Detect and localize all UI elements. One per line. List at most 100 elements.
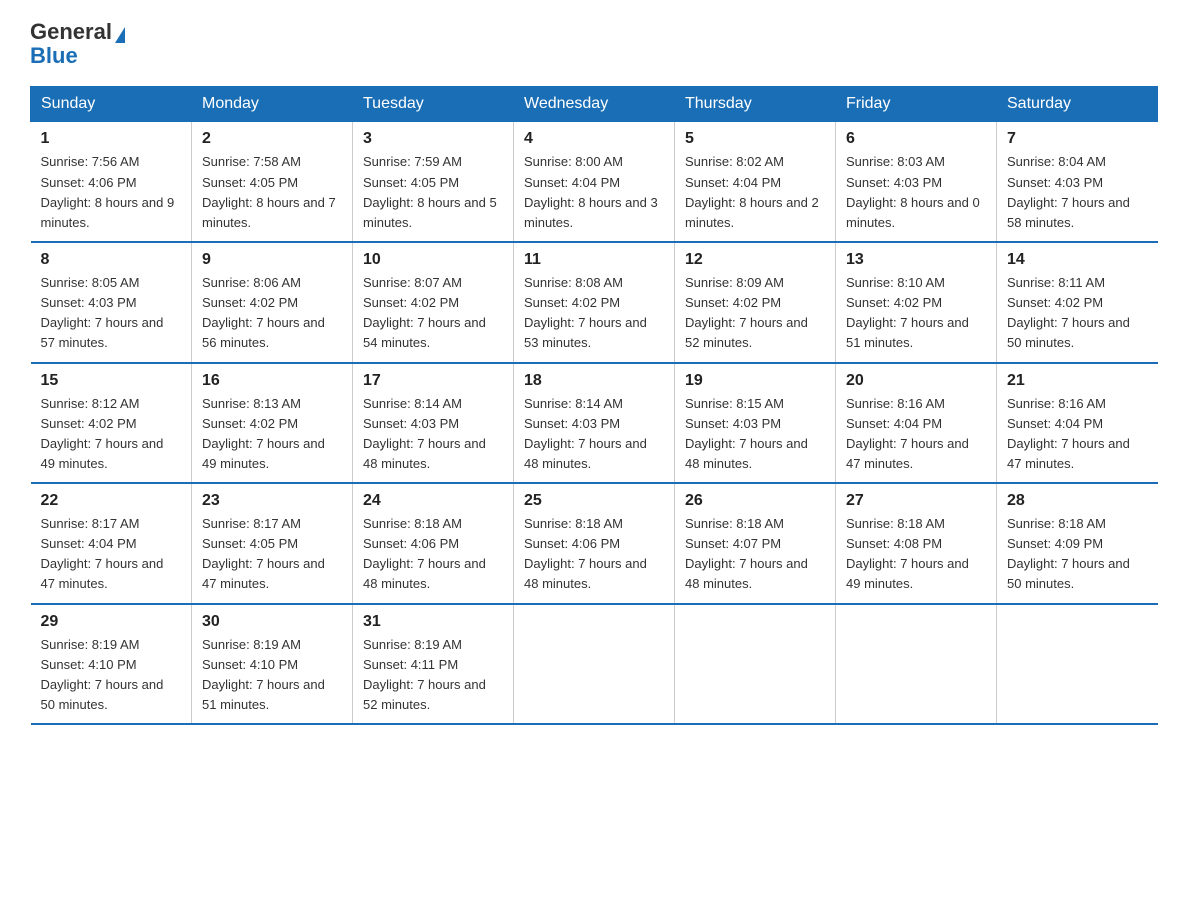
day-number: 12 xyxy=(685,251,825,269)
day-info: Sunrise: 8:10 AMSunset: 4:02 PMDaylight:… xyxy=(846,273,986,354)
page-header: General Blue xyxy=(30,20,1158,68)
day-number: 1 xyxy=(41,130,182,148)
day-info: Sunrise: 8:16 AMSunset: 4:04 PMDaylight:… xyxy=(846,394,986,475)
calendar-cell: 16 Sunrise: 8:13 AMSunset: 4:02 PMDayligh… xyxy=(192,363,353,484)
calendar-cell: 12 Sunrise: 8:09 AMSunset: 4:02 PMDayligh… xyxy=(675,242,836,363)
day-number: 14 xyxy=(1007,251,1148,269)
calendar-cell: 18 Sunrise: 8:14 AMSunset: 4:03 PMDayligh… xyxy=(514,363,675,484)
calendar-cell: 20 Sunrise: 8:16 AMSunset: 4:04 PMDayligh… xyxy=(836,363,997,484)
calendar-cell xyxy=(997,604,1158,725)
day-number: 19 xyxy=(685,372,825,390)
day-number: 27 xyxy=(846,492,986,510)
day-number: 5 xyxy=(685,130,825,148)
day-info: Sunrise: 8:03 AMSunset: 4:03 PMDaylight:… xyxy=(846,152,986,233)
calendar-cell: 9 Sunrise: 8:06 AMSunset: 4:02 PMDaylight… xyxy=(192,242,353,363)
day-number: 26 xyxy=(685,492,825,510)
calendar-col-header: Tuesday xyxy=(353,87,514,122)
day-info: Sunrise: 8:19 AMSunset: 4:11 PMDaylight:… xyxy=(363,635,503,716)
day-number: 22 xyxy=(41,492,182,510)
calendar-col-header: Friday xyxy=(836,87,997,122)
day-number: 8 xyxy=(41,251,182,269)
day-info: Sunrise: 8:18 AMSunset: 4:07 PMDaylight:… xyxy=(685,514,825,595)
calendar-table: SundayMondayTuesdayWednesdayThursdayFrid… xyxy=(30,86,1158,725)
logo-blue-text: Blue xyxy=(30,43,78,68)
logo: General Blue xyxy=(30,20,125,68)
calendar-cell: 29Sunrise: 8:19 AMSunset: 4:10 PMDayligh… xyxy=(31,604,192,725)
day-info: Sunrise: 8:13 AMSunset: 4:02 PMDaylight:… xyxy=(202,394,342,475)
day-number: 16 xyxy=(202,372,342,390)
calendar-cell: 28 Sunrise: 8:18 AMSunset: 4:09 PMDayligh… xyxy=(997,483,1158,604)
calendar-week-row: 8 Sunrise: 8:05 AMSunset: 4:03 PMDaylight… xyxy=(31,242,1158,363)
calendar-cell: 10 Sunrise: 8:07 AMSunset: 4:02 PMDayligh… xyxy=(353,242,514,363)
day-number: 7 xyxy=(1007,130,1148,148)
calendar-cell: 7Sunrise: 8:04 AMSunset: 4:03 PMDaylight… xyxy=(997,122,1158,242)
day-info: Sunrise: 8:17 AMSunset: 4:04 PMDaylight:… xyxy=(41,514,182,595)
day-info: Sunrise: 8:19 AMSunset: 4:10 PMDaylight:… xyxy=(202,635,342,716)
calendar-cell: 5Sunrise: 8:02 AMSunset: 4:04 PMDaylight… xyxy=(675,122,836,242)
day-number: 4 xyxy=(524,130,664,148)
day-number: 28 xyxy=(1007,492,1148,510)
calendar-cell: 2Sunrise: 7:58 AMSunset: 4:05 PMDaylight… xyxy=(192,122,353,242)
day-number: 23 xyxy=(202,492,342,510)
day-number: 18 xyxy=(524,372,664,390)
calendar-cell: 15 Sunrise: 8:12 AMSunset: 4:02 PMDayligh… xyxy=(31,363,192,484)
day-info: Sunrise: 8:00 AMSunset: 4:04 PMDaylight:… xyxy=(524,152,664,233)
calendar-col-header: Saturday xyxy=(997,87,1158,122)
day-info: Sunrise: 8:15 AMSunset: 4:03 PMDaylight:… xyxy=(685,394,825,475)
calendar-cell: 6 Sunrise: 8:03 AMSunset: 4:03 PMDaylight… xyxy=(836,122,997,242)
calendar-cell: 13Sunrise: 8:10 AMSunset: 4:02 PMDayligh… xyxy=(836,242,997,363)
day-info: Sunrise: 8:12 AMSunset: 4:02 PMDaylight:… xyxy=(41,394,182,475)
day-info: Sunrise: 8:17 AMSunset: 4:05 PMDaylight:… xyxy=(202,514,342,595)
day-number: 3 xyxy=(363,130,503,148)
day-info: Sunrise: 8:08 AMSunset: 4:02 PMDaylight:… xyxy=(524,273,664,354)
calendar-cell xyxy=(675,604,836,725)
day-info: Sunrise: 8:14 AMSunset: 4:03 PMDaylight:… xyxy=(524,394,664,475)
calendar-week-row: 15 Sunrise: 8:12 AMSunset: 4:02 PMDayligh… xyxy=(31,363,1158,484)
day-info: Sunrise: 7:58 AMSunset: 4:05 PMDaylight:… xyxy=(202,152,342,233)
day-info: Sunrise: 8:16 AMSunset: 4:04 PMDaylight:… xyxy=(1007,394,1148,475)
day-number: 31 xyxy=(363,613,503,631)
day-info: Sunrise: 7:59 AMSunset: 4:05 PMDaylight:… xyxy=(363,152,503,233)
calendar-cell xyxy=(836,604,997,725)
calendar-cell: 31 Sunrise: 8:19 AMSunset: 4:11 PMDayligh… xyxy=(353,604,514,725)
calendar-cell: 30 Sunrise: 8:19 AMSunset: 4:10 PMDayligh… xyxy=(192,604,353,725)
day-info: Sunrise: 8:05 AMSunset: 4:03 PMDaylight:… xyxy=(41,273,182,354)
day-info: Sunrise: 8:06 AMSunset: 4:02 PMDaylight:… xyxy=(202,273,342,354)
day-info: Sunrise: 8:14 AMSunset: 4:03 PMDaylight:… xyxy=(363,394,503,475)
calendar-cell: 22 Sunrise: 8:17 AMSunset: 4:04 PMDayligh… xyxy=(31,483,192,604)
calendar-cell: 1 Sunrise: 7:56 AMSunset: 4:06 PMDaylight… xyxy=(31,122,192,242)
day-info: Sunrise: 8:18 AMSunset: 4:06 PMDaylight:… xyxy=(524,514,664,595)
calendar-week-row: 29 Sunrise: 8:19 AMSunset: 4:10 PMDayligh… xyxy=(31,604,1158,725)
calendar-header-row: SundayMondayTuesdayWednesdayThursdayFrid… xyxy=(31,87,1158,122)
day-info: Sunrise: 8:18 AMSunset: 4:09 PMDaylight:… xyxy=(1007,514,1148,595)
logo-general-text: General xyxy=(30,19,112,44)
calendar-cell: 19 Sunrise: 8:15 AMSunset: 4:03 PMDayligh… xyxy=(675,363,836,484)
calendar-week-row: 1 Sunrise: 7:56 AMSunset: 4:06 PMDaylight… xyxy=(31,122,1158,242)
day-number: 30 xyxy=(202,613,342,631)
day-number: 24 xyxy=(363,492,503,510)
calendar-cell: 8 Sunrise: 8:05 AMSunset: 4:03 PMDaylight… xyxy=(31,242,192,363)
day-number: 11 xyxy=(524,251,664,269)
day-info: Sunrise: 8:18 AMSunset: 4:08 PMDaylight:… xyxy=(846,514,986,595)
calendar-cell: 27 Sunrise: 8:18 AMSunset: 4:08 PMDayligh… xyxy=(836,483,997,604)
day-number: 17 xyxy=(363,372,503,390)
day-info: Sunrise: 8:18 AMSunset: 4:06 PMDaylight:… xyxy=(363,514,503,595)
calendar-cell: 26 Sunrise: 8:18 AMSunset: 4:07 PMDayligh… xyxy=(675,483,836,604)
calendar-cell: 25Sunrise: 8:18 AMSunset: 4:06 PMDayligh… xyxy=(514,483,675,604)
day-number: 10 xyxy=(363,251,503,269)
day-info: Sunrise: 8:09 AMSunset: 4:02 PMDaylight:… xyxy=(685,273,825,354)
calendar-cell: 4 Sunrise: 8:00 AMSunset: 4:04 PMDaylight… xyxy=(514,122,675,242)
calendar-cell: 11 Sunrise: 8:08 AMSunset: 4:02 PMDayligh… xyxy=(514,242,675,363)
day-info: Sunrise: 8:07 AMSunset: 4:02 PMDaylight:… xyxy=(363,273,503,354)
calendar-cell: 14Sunrise: 8:11 AMSunset: 4:02 PMDayligh… xyxy=(997,242,1158,363)
day-number: 6 xyxy=(846,130,986,148)
calendar-week-row: 22 Sunrise: 8:17 AMSunset: 4:04 PMDayligh… xyxy=(31,483,1158,604)
calendar-col-header: Sunday xyxy=(31,87,192,122)
day-number: 20 xyxy=(846,372,986,390)
day-info: Sunrise: 7:56 AMSunset: 4:06 PMDaylight:… xyxy=(41,152,182,233)
day-number: 9 xyxy=(202,251,342,269)
day-number: 15 xyxy=(41,372,182,390)
calendar-cell: 3 Sunrise: 7:59 AMSunset: 4:05 PMDaylight… xyxy=(353,122,514,242)
calendar-col-header: Wednesday xyxy=(514,87,675,122)
day-number: 29 xyxy=(41,613,182,631)
